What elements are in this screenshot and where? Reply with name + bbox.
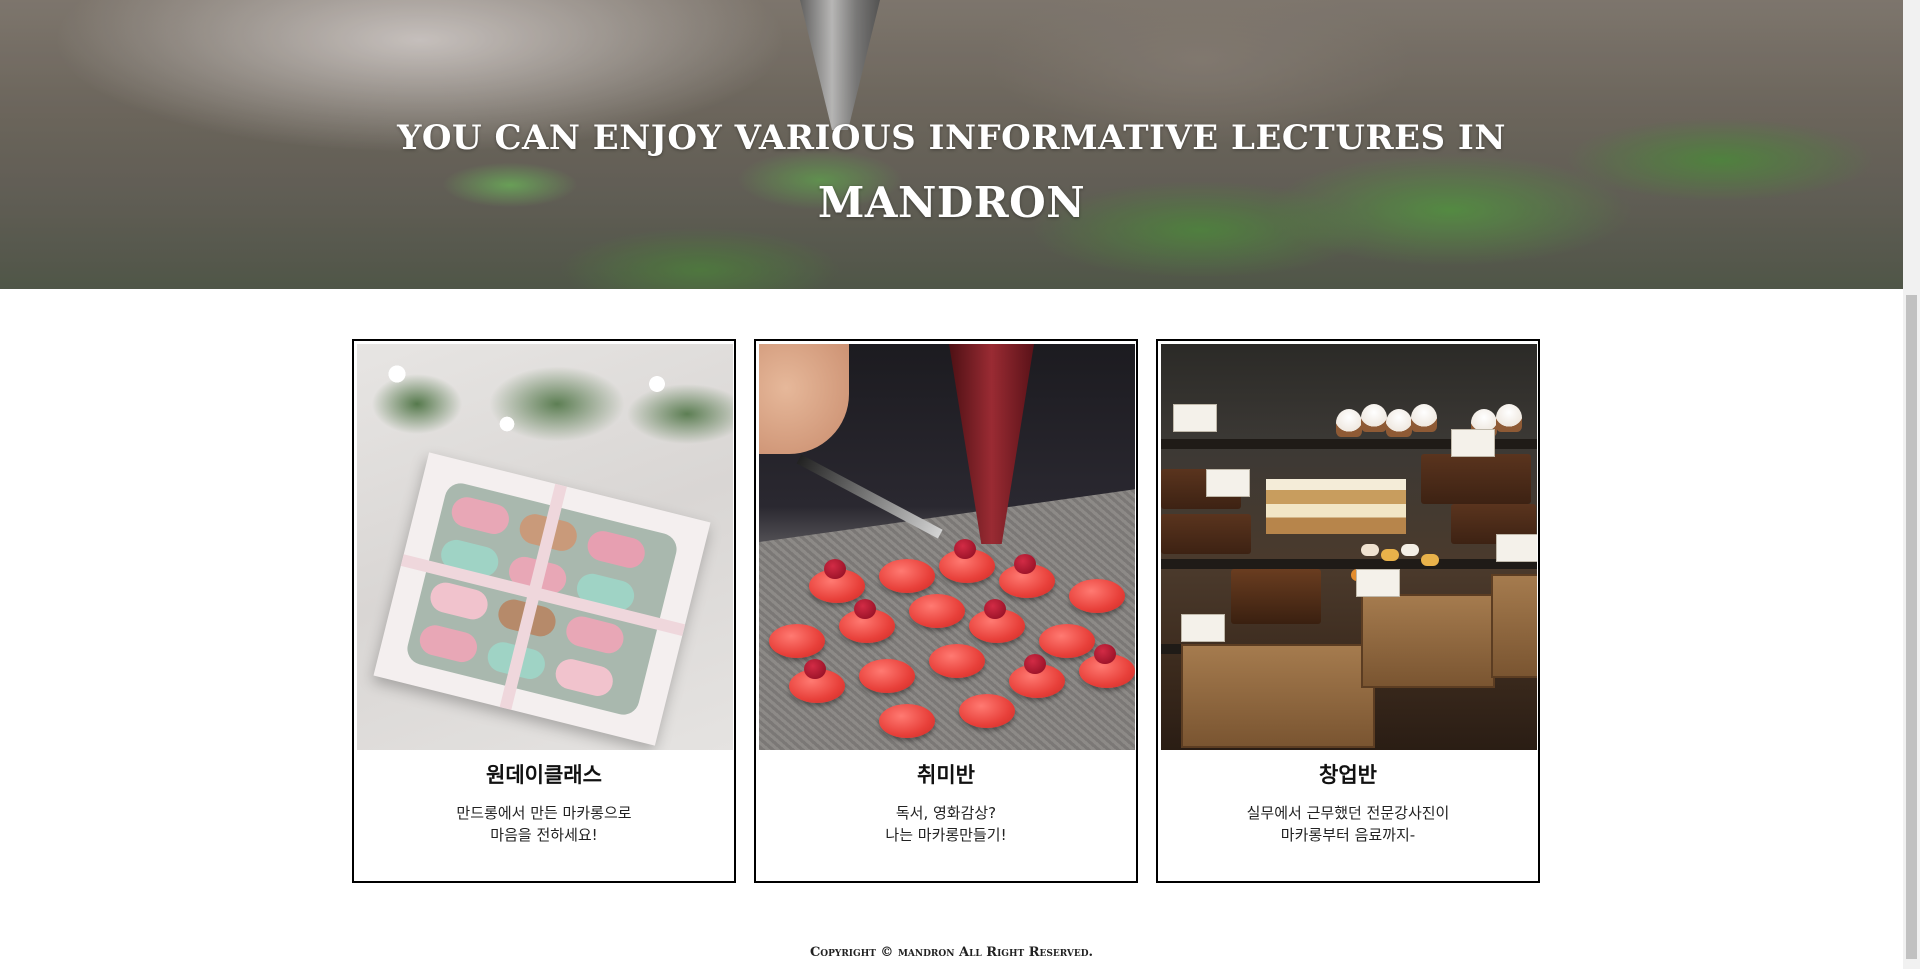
class-description: 독서, 영화감상? 나는 마카롱만들기! xyxy=(885,804,1007,844)
class-description: 실무에서 근무했던 전문강사진이 마카롱부터 음료까지- xyxy=(1246,804,1450,844)
class-title: 원데이클래스 xyxy=(486,763,602,787)
hero-banner: YOU CAN ENJOY VARIOUS INFORMATIVE LECTUR… xyxy=(0,0,1903,289)
page: YOU CAN ENJOY VARIOUS INFORMATIVE LECTUR… xyxy=(0,0,1903,969)
class-title: 취미반 xyxy=(917,763,975,787)
class-card-hobby[interactable]: 취미반 독서, 영화감상? 나는 마카롱만들기! xyxy=(754,339,1138,883)
macaron-gift-box-image xyxy=(357,344,733,750)
class-title: 창업반 xyxy=(1319,763,1377,787)
piping-macarons-image xyxy=(759,344,1135,750)
class-card-startup[interactable]: 창업반 실무에서 근무했던 전문강사진이 마카롱부터 음료까지- xyxy=(1156,339,1540,883)
vertical-scrollbar[interactable] xyxy=(1903,0,1920,969)
hero-brand: MANDRON xyxy=(817,178,1086,227)
scrollbar-thumb[interactable] xyxy=(1906,295,1917,959)
class-description: 만드롱에서 만든 마카롱으로 마음을 전하세요! xyxy=(456,804,632,844)
pastry-display-image xyxy=(1161,344,1537,750)
hero-heading: YOU CAN ENJOY VARIOUS INFORMATIVE LECTUR… xyxy=(397,118,1506,158)
class-card-oneday[interactable]: 원데이클래스 만드롱에서 만든 마카롱으로 마음을 전하세요! xyxy=(352,339,736,883)
copyright-footer: Copyright © mandron All Right Reserved. xyxy=(809,945,1094,960)
